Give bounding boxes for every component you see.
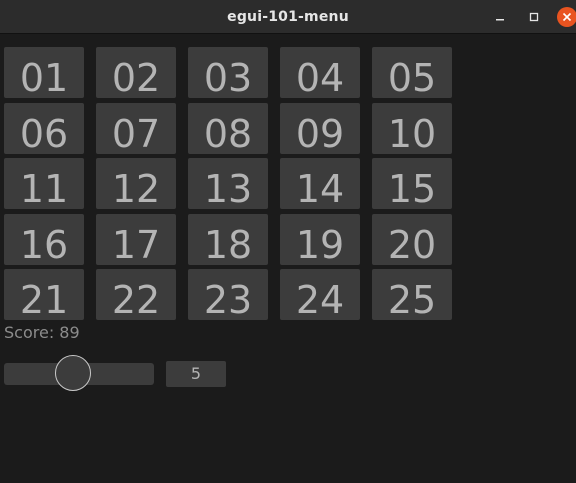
grid-cell-button[interactable]: 19 (280, 213, 360, 265)
grid-cell-button[interactable]: 18 (188, 213, 268, 265)
minimize-button[interactable] (490, 7, 510, 27)
grid-cell-button[interactable]: 07 (96, 102, 176, 154)
grid-cell-button[interactable]: 03 (188, 47, 268, 98)
close-icon (557, 7, 576, 27)
grid-cell-button[interactable]: 02 (96, 47, 176, 98)
grid-cell-button[interactable]: 13 (188, 158, 268, 209)
app-window: egui-101-menu 01 02 03 04 05 06 07 08 09 10 11 12 13… (0, 0, 576, 483)
grid-cell-button[interactable]: 01 (4, 47, 84, 98)
grid-cell-button[interactable]: 09 (280, 102, 360, 154)
title-bar[interactable]: egui-101-menu (0, 0, 576, 34)
grid-cell-button[interactable]: 08 (188, 102, 268, 154)
grid-cell-button[interactable]: 23 (188, 269, 268, 320)
grid-cell-button[interactable]: 16 (4, 213, 84, 265)
value-slider[interactable] (4, 355, 154, 393)
grid-cell-button[interactable]: 10 (372, 102, 452, 154)
score-value: 89 (59, 323, 80, 342)
close-button[interactable] (556, 6, 576, 28)
grid-cell-button[interactable]: 11 (4, 158, 84, 209)
score-text: Score: 89 (4, 323, 80, 342)
grid-cell-button[interactable]: 14 (280, 158, 360, 209)
grid-cell-button[interactable]: 05 (372, 47, 452, 98)
maximize-button[interactable] (524, 7, 544, 27)
grid-cell-button[interactable]: 04 (280, 47, 360, 98)
minimize-icon (496, 19, 504, 21)
grid-cell-button[interactable]: 24 (280, 269, 360, 320)
grid-cell-button[interactable]: 15 (372, 158, 452, 209)
grid-cell-button[interactable]: 17 (96, 213, 176, 265)
grid-cell-button[interactable]: 21 (4, 269, 84, 320)
grid-cell-button[interactable]: 12 (96, 158, 176, 209)
slider-handle[interactable] (54, 355, 91, 391)
grid-cell-button[interactable]: 25 (372, 269, 452, 320)
score-label: Score: (4, 323, 55, 342)
grid-cell-button[interactable]: 06 (4, 102, 84, 154)
grid-cell-button[interactable]: 20 (372, 213, 452, 265)
slider-value-field[interactable]: 5 (166, 361, 226, 387)
grid-cell-button[interactable]: 22 (96, 269, 176, 320)
maximize-icon (529, 12, 539, 22)
